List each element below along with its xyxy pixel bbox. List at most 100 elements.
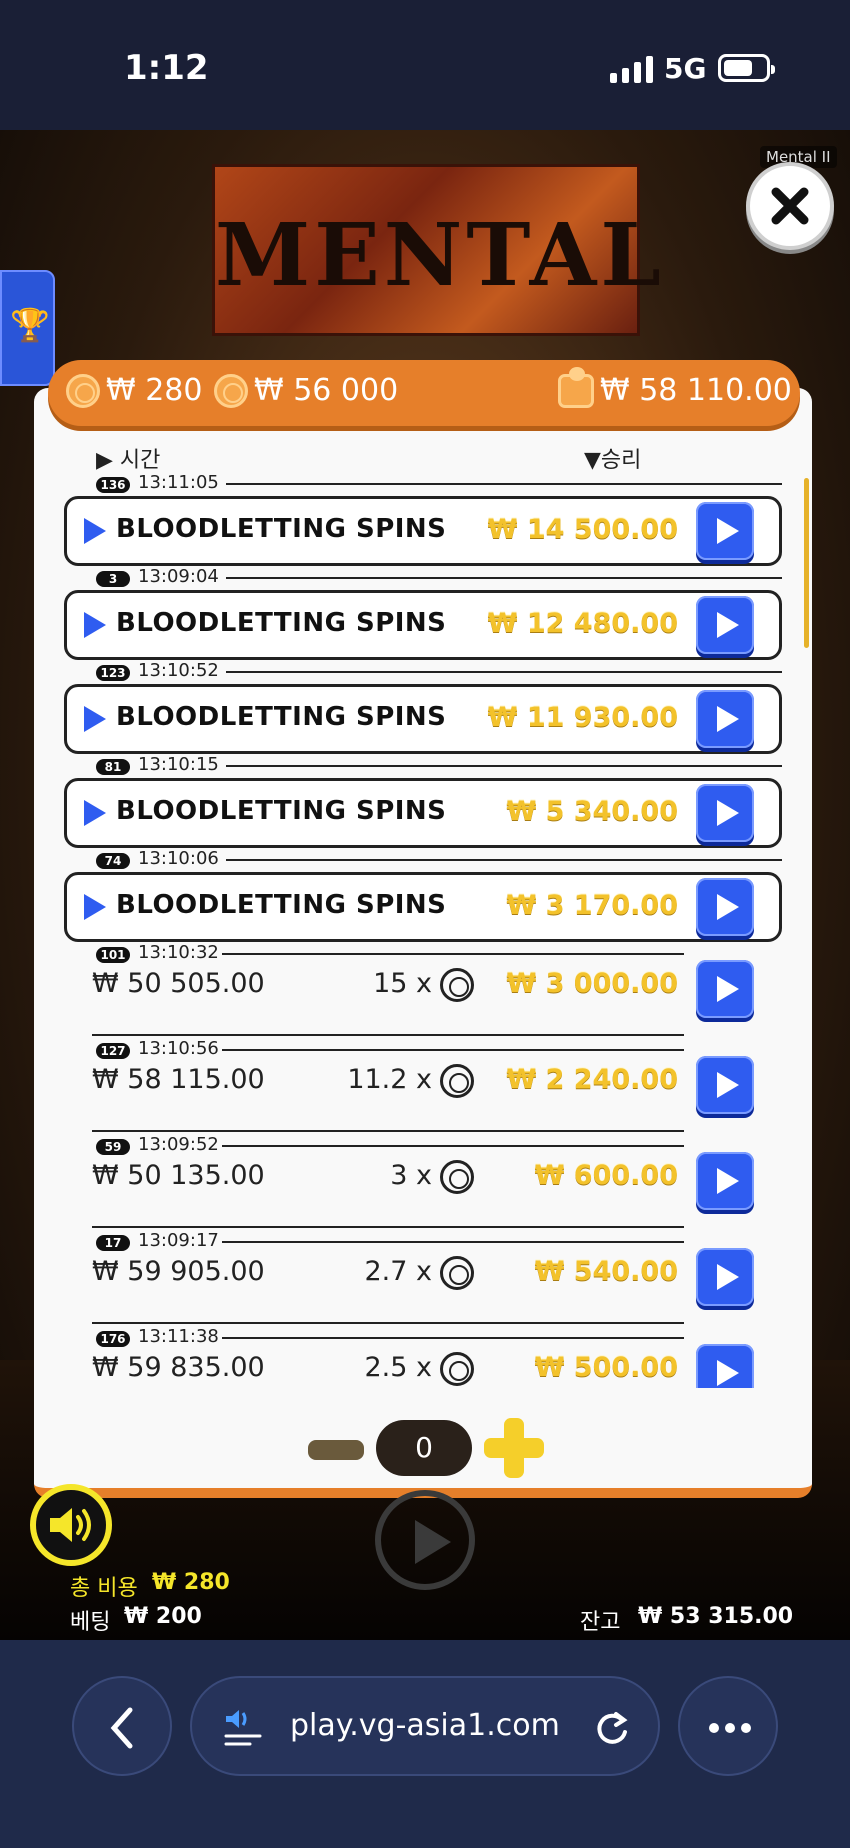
round-badge: 101	[96, 947, 130, 963]
coin-icon	[440, 1160, 474, 1194]
total-cost-label: 총 비용	[70, 1576, 138, 1601]
multiplier: 11.2 x	[347, 1064, 432, 1095]
bet-label: 베팅	[70, 1610, 111, 1635]
coin-icon	[440, 968, 474, 1002]
round-badge: 59	[96, 1139, 130, 1155]
row-time: 13:10:32	[138, 942, 219, 963]
win-amount: ₩ 2 240.00	[506, 1064, 678, 1095]
win-amount: ₩ 5 340.00	[506, 796, 678, 827]
balance-value: ₩ 53 315.00	[638, 1604, 794, 1629]
round-badge: 127	[96, 1043, 130, 1059]
play-icon	[717, 518, 739, 544]
multiplier: 15 x	[373, 968, 432, 999]
play-icon	[717, 1360, 739, 1386]
speaker-icon	[50, 1508, 91, 1542]
round-badge: 74	[96, 853, 130, 869]
row-time: 13:10:56	[138, 1038, 219, 1059]
win-amount: ₩ 3 170.00	[506, 890, 678, 921]
cellular-signal-icon	[610, 55, 653, 83]
browser-toolbar: play.vg-asia1.com	[0, 1640, 850, 1848]
round-badge: 81	[96, 759, 130, 775]
reload-icon[interactable]	[592, 1708, 632, 1748]
win-amount: ₩ 12 480.00	[487, 608, 678, 639]
spins-arrow-icon	[84, 518, 106, 544]
play-icon	[717, 800, 739, 826]
row-time: 13:09:17	[138, 1230, 219, 1251]
row-time: 13:09:04	[138, 566, 219, 587]
spins-arrow-icon	[84, 612, 106, 638]
ellipsis-icon	[709, 1723, 751, 1733]
spins-arrow-icon	[84, 894, 106, 920]
play-icon	[717, 612, 739, 638]
game-area: MENTAL Mental II 🏆 ₩ 280 ₩ 56 000 ₩ 58 1…	[0, 130, 850, 1640]
row-time: 13:11:38	[138, 1326, 219, 1347]
win-amount: ₩ 14 500.00	[487, 514, 678, 545]
row-time: 13:10:06	[138, 848, 219, 869]
spin-button[interactable]	[375, 1490, 475, 1590]
spins-arrow-icon	[84, 706, 106, 732]
chevron-left-icon	[110, 1707, 133, 1749]
coin-icon	[440, 1256, 474, 1290]
replay-button[interactable]	[696, 878, 754, 936]
reader-audio-icon	[224, 1710, 262, 1746]
replay-button[interactable]	[696, 1248, 754, 1306]
history-list: 136 13:11:05 BLOODLETTING SPINS ₩ 14 500.00…	[0, 130, 850, 1388]
spin-label: BLOODLETTING SPINS	[116, 702, 447, 732]
more-menu-button[interactable]	[678, 1676, 778, 1776]
row-time: 13:10:15	[138, 754, 219, 775]
back-button[interactable]	[72, 1676, 172, 1776]
network-type: 5G	[664, 52, 707, 85]
win-amount: ₩ 500.00	[534, 1352, 678, 1383]
round-badge: 123	[96, 665, 130, 681]
status-bar: 1:12 5G	[0, 0, 850, 130]
replay-button[interactable]	[696, 596, 754, 654]
win-amount: ₩ 11 930.00	[487, 702, 678, 733]
coin-icon	[440, 1352, 474, 1386]
round-badge: 17	[96, 1235, 130, 1251]
play-icon	[717, 706, 739, 732]
multiplier: 3 x	[390, 1160, 432, 1191]
round-badge: 136	[96, 477, 130, 493]
replay-button[interactable]	[696, 1344, 754, 1388]
row-time: 13:09:52	[138, 1134, 219, 1155]
coin-icon	[440, 1064, 474, 1098]
spin-label: BLOODLETTING SPINS	[116, 514, 447, 544]
bet-amount: ₩ 59 905.00	[92, 1256, 265, 1287]
increase-button[interactable]	[484, 1418, 544, 1478]
replay-button[interactable]	[696, 502, 754, 560]
play-icon	[717, 1072, 739, 1098]
bet-value: ₩ 200	[124, 1604, 202, 1629]
replay-button[interactable]	[696, 960, 754, 1018]
replay-button[interactable]	[696, 690, 754, 748]
url-text: play.vg-asia1.com	[290, 1708, 560, 1743]
bet-amount: ₩ 50 135.00	[92, 1160, 265, 1191]
spin-label: BLOODLETTING SPINS	[116, 796, 447, 826]
play-icon	[717, 976, 739, 1002]
status-time: 1:12	[124, 48, 209, 88]
balance-label: 잔고	[580, 1610, 621, 1635]
win-amount: ₩ 600.00	[534, 1160, 678, 1191]
spins-arrow-icon	[84, 800, 106, 826]
play-icon	[717, 1264, 739, 1290]
spin-label: BLOODLETTING SPINS	[116, 608, 447, 638]
round-badge: 3	[96, 571, 130, 587]
spin-label: BLOODLETTING SPINS	[116, 890, 447, 920]
sound-toggle[interactable]	[30, 1484, 112, 1566]
play-icon	[717, 894, 739, 920]
replay-button[interactable]	[696, 1152, 754, 1210]
win-amount: ₩ 540.00	[534, 1256, 678, 1287]
address-bar[interactable]: play.vg-asia1.com	[190, 1676, 660, 1776]
battery-icon	[718, 54, 775, 82]
win-amount: ₩ 3 000.00	[506, 968, 678, 999]
multiplier: 2.5 x	[364, 1352, 433, 1383]
bet-amount: ₩ 50 505.00	[92, 968, 265, 999]
multiplier: 2.7 x	[364, 1256, 433, 1287]
replay-button[interactable]	[696, 1056, 754, 1114]
total-cost-value: ₩ 280	[152, 1570, 230, 1595]
row-time: 13:10:52	[138, 660, 219, 681]
row-time: 13:11:05	[138, 472, 219, 493]
bet-amount: ₩ 58 115.00	[92, 1064, 265, 1095]
round-badge: 176	[96, 1331, 130, 1347]
replay-button[interactable]	[696, 784, 754, 842]
decrease-button[interactable]	[308, 1440, 364, 1460]
